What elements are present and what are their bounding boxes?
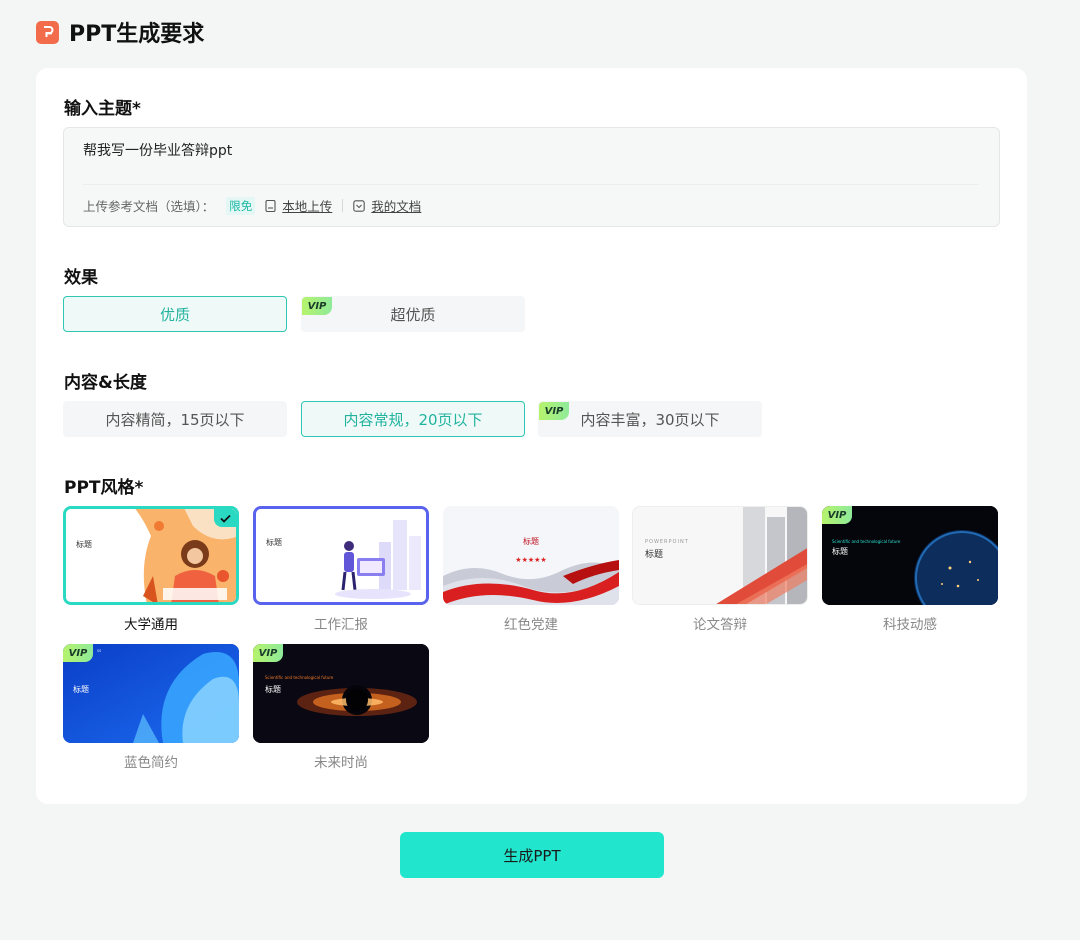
effect-option-quality[interactable]: 优质: [63, 296, 287, 332]
upload-prefix: 上传参考文档（选填）：: [83, 199, 215, 214]
vip-badge: VIP: [63, 644, 93, 662]
length-option-concise[interactable]: 内容精简，15页以下: [63, 401, 287, 437]
page-header: PPT生成要求: [36, 16, 204, 48]
upload-separator: [342, 199, 344, 212]
thumb-title: 标题: [73, 685, 89, 694]
style-name: 蓝色简约: [124, 755, 178, 771]
topic-box: 上传参考文档（选填）： 限免 本地上传 我的文档: [63, 127, 1000, 227]
check-icon: [214, 509, 236, 527]
style-thumbnail: POWERPOINT 标题: [632, 506, 808, 605]
effect-option-label: 优质: [159, 305, 190, 324]
style-section-title: PPT风格*: [64, 478, 144, 498]
thumb-title: 标题: [645, 550, 664, 560]
ppt-logo-icon: [36, 20, 59, 44]
style-card-thesis[interactable]: POWERPOINT 标题 论文答辩: [632, 506, 808, 633]
page-title: PPT生成要求: [69, 22, 205, 47]
effect-option-premium[interactable]: VIP 超优质: [301, 296, 525, 332]
settings-card: 输入主题* 上传参考文档（选填）： 限免 本地上传 我的文档 效果 优质 VIP…: [36, 68, 1027, 804]
document-icon: [265, 199, 276, 212]
topic-divider: [83, 184, 979, 185]
local-upload-label: 本地上传: [282, 199, 333, 214]
style-name: 大学通用: [124, 617, 178, 633]
style-card-blue[interactable]: VIP ss 标题 蓝色简约: [63, 644, 239, 771]
style-thumbnail: 标题: [63, 506, 239, 605]
vip-badge: VIP: [822, 506, 852, 524]
thumb-subtitle: Scientific and technological future: [832, 539, 901, 544]
effect-option-label: 超优质: [390, 305, 436, 324]
thumb-title: 标题: [265, 685, 281, 694]
topic-input[interactable]: [83, 142, 973, 158]
thumb-title: 标题: [523, 537, 539, 546]
thumb-subtitle: ss: [97, 648, 102, 653]
style-name: 红色党建: [504, 617, 558, 633]
style-thumbnail: ★★★★★ 标题: [443, 506, 619, 605]
folder-doc-icon: [353, 199, 366, 212]
style-card-tech[interactable]: VIP Scientific and technological future …: [822, 506, 998, 633]
style-card-university[interactable]: 标题 大学通用: [63, 506, 239, 633]
length-option-rich[interactable]: VIP 内容丰富，30页以下: [538, 401, 762, 437]
style-name: 未来时尚: [314, 755, 368, 771]
svg-text:★★★★★: ★★★★★: [515, 556, 546, 564]
style-thumbnail: 标题: [253, 506, 429, 605]
thumbnail-illustration: [256, 509, 426, 602]
vip-badge: VIP: [253, 644, 283, 662]
my-docs-link[interactable]: 我的文档: [353, 196, 421, 215]
length-option-label: 内容精简，15页以下: [105, 410, 245, 429]
style-name: 工作汇报: [314, 617, 368, 633]
my-docs-label: 我的文档: [371, 199, 422, 214]
thumb-subtitle: POWERPOINT: [645, 539, 689, 545]
style-name: 论文答辩: [693, 617, 747, 633]
thumb-title: 标题: [266, 538, 282, 547]
thumb-title: 标题: [832, 547, 848, 556]
generate-ppt-button[interactable]: 生成PPT: [400, 832, 664, 878]
local-upload-link[interactable]: 本地上传: [265, 196, 332, 215]
style-thumbnail: VIP Scientific and technological future …: [822, 506, 998, 605]
style-name: 科技动感: [883, 617, 937, 633]
topic-section-title: 输入主题*: [64, 99, 141, 119]
free-badge: 限免: [226, 196, 256, 215]
vip-badge: VIP: [539, 402, 569, 420]
thumbnail-illustration: ★★★★★: [443, 506, 619, 605]
length-option-label: 内容丰富，30页以下: [580, 410, 720, 429]
effect-section-title: 效果: [64, 268, 98, 288]
thumbnail-illustration: [66, 509, 236, 602]
thumb-title: 标题: [76, 540, 92, 549]
style-card-work-report[interactable]: 标题 工作汇报: [253, 506, 429, 633]
length-section-title: 内容&长度: [64, 373, 147, 393]
thumb-subtitle: Scientific and technological future: [265, 675, 334, 680]
length-option-label: 内容常规，20页以下: [343, 410, 483, 429]
style-thumbnail: VIP Scientific and technological future …: [253, 644, 429, 743]
style-thumbnail: VIP ss 标题: [63, 644, 239, 743]
upload-row: 上传参考文档（选填）： 限免 本地上传 我的文档: [83, 196, 421, 215]
style-card-red[interactable]: ★★★★★ 标题 红色党建: [443, 506, 619, 633]
style-card-future[interactable]: VIP Scientific and technological future …: [253, 644, 429, 771]
length-option-regular[interactable]: 内容常规，20页以下: [301, 401, 525, 437]
vip-badge: VIP: [302, 297, 332, 315]
